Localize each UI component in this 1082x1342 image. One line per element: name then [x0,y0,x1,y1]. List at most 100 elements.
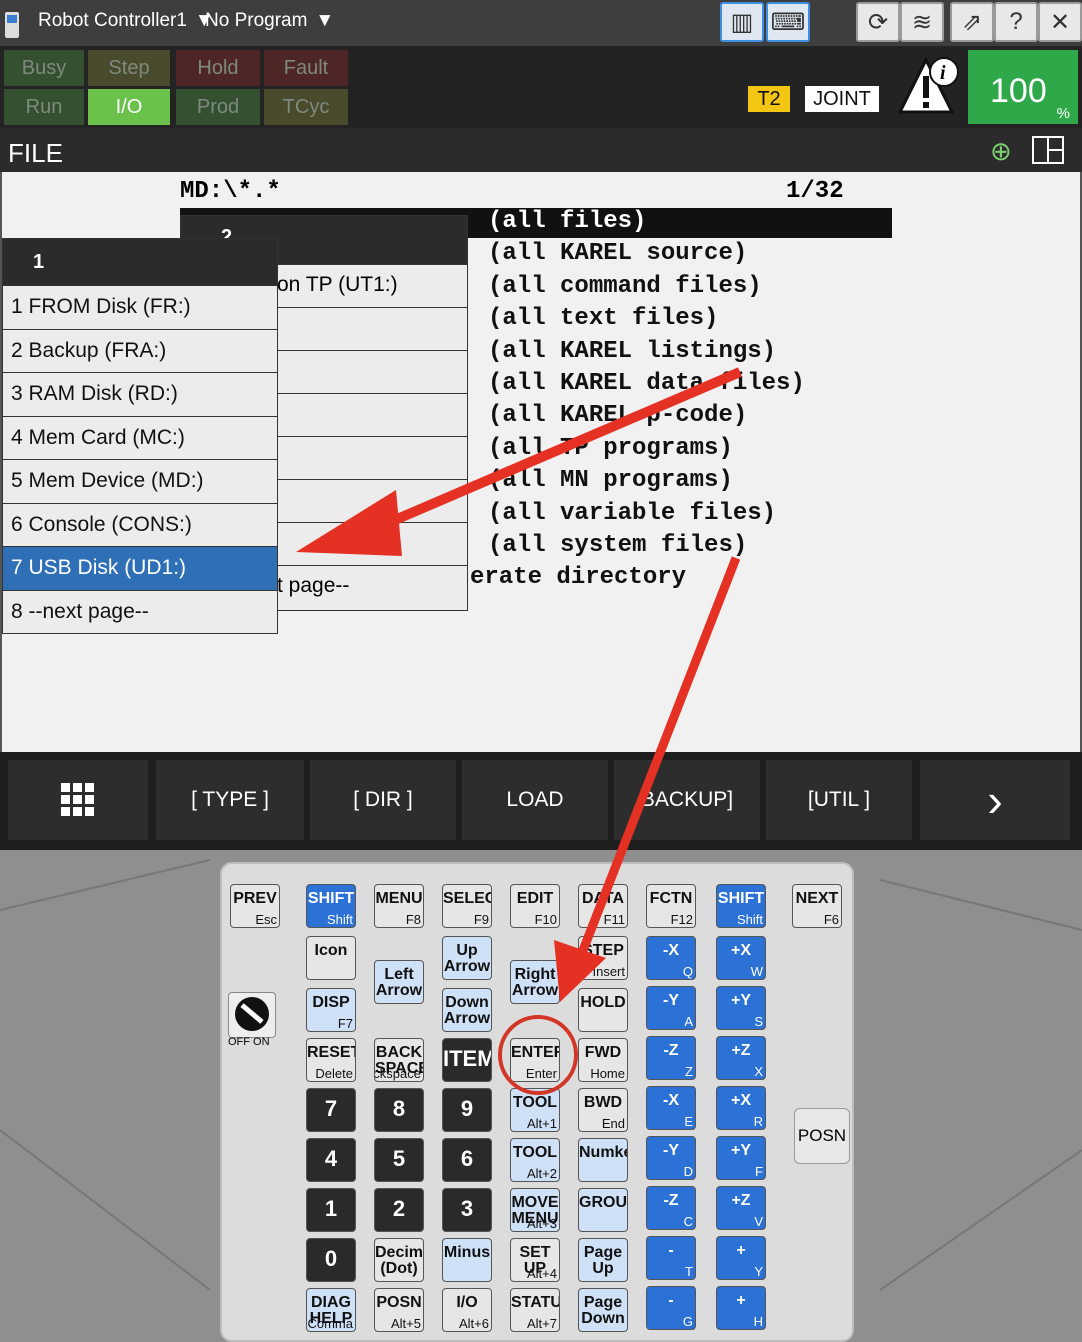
fwd-key[interactable]: FWD Home [578,1038,628,1082]
menu2-item[interactable] [277,307,467,350]
jog-key[interactable]: -Z Z [646,1036,696,1080]
hold-key[interactable]: HOLD [578,988,628,1032]
group-key[interactable]: GROUP [578,1188,628,1232]
bwd-key[interactable]: BWD End [578,1088,628,1132]
digit-2-key[interactable]: 2 [374,1188,424,1232]
fctn-key[interactable]: FCTN F12 [646,884,696,928]
override-display[interactable]: 100 % [968,50,1078,124]
zoom-in-icon[interactable]: ⊕ [990,136,1012,167]
menu1-item[interactable]: 6 Console (CONS:) [3,502,277,547]
step-key[interactable]: STEP Insert [578,936,628,980]
program-dropdown[interactable]: No Program ▼ [205,10,334,32]
backspace-key[interactable]: BACK SPACEBackspace [374,1038,424,1082]
enter-key[interactable]: ENTER Enter [510,1038,560,1082]
jog-key[interactable]: -X Q [646,936,696,980]
next-key[interactable]: NEXT F6 [792,884,842,928]
menu1-item[interactable]: 3 RAM Disk (RD:) [3,372,277,416]
digit-0-key[interactable]: 0 [306,1238,356,1282]
up-arrow-key[interactable]: Up Arrow [442,936,492,980]
file-type-row[interactable]: (all TP programs) [488,435,733,462]
jog-key[interactable]: +Y F [716,1136,766,1180]
file-type-row[interactable]: (all text files) [488,305,718,332]
numkey-key[interactable]: Numkey [578,1138,628,1182]
jog-key[interactable]: -G [646,1286,696,1330]
menu2-item[interactable]: on TP (UT1:) [277,264,467,307]
tool2-key[interactable]: TOOL Alt+2 [510,1138,560,1182]
frame-button[interactable]: ≋ [900,2,944,42]
jog-key[interactable]: +Y S [716,986,766,1030]
jog-key[interactable]: -X E [646,1086,696,1130]
digit-8-key[interactable]: 8 [374,1088,424,1132]
digit-5-key[interactable]: 5 [374,1138,424,1182]
digit-4-key[interactable]: 4 [306,1138,356,1182]
jog-key[interactable]: -Y D [646,1136,696,1180]
f5-util-button[interactable]: [UTIL ] [766,760,912,840]
disp-key[interactable]: DISP F7 [306,988,356,1032]
prev-key[interactable]: PREV Esc [230,884,280,928]
jog-key[interactable]: +X W [716,936,766,980]
file-type-row[interactable]: (all MN programs) [488,467,733,494]
digit-6-key[interactable]: 6 [442,1138,492,1182]
next-page-button[interactable]: › [920,760,1070,840]
file-type-row[interactable]: (all files) [488,208,646,235]
posn-key[interactable]: POSN Alt+5 [374,1288,424,1332]
file-type-row[interactable]: (all KAREL listings) [488,338,776,365]
status-key[interactable]: STATUS Alt+7 [510,1288,560,1332]
menu-key[interactable]: MENU F8 [374,884,424,928]
f4-backup-button[interactable]: BACKUP] [614,760,760,840]
menu-grid-button[interactable] [8,760,148,840]
shift-key[interactable]: SHIFT Shift [716,884,766,928]
external-button[interactable]: ⇗ [950,2,994,42]
minus-key[interactable]: Minus [442,1238,492,1282]
left-arrow-key[interactable]: Left Arrow [374,960,424,1004]
right-arrow-key[interactable]: Right Arrow [510,960,560,1004]
file-type-row[interactable]: (all KAREL data files) [488,370,805,397]
move-menu-key[interactable]: MOVE MENU Alt+3 [510,1188,560,1232]
split-screen-icon[interactable] [1032,136,1064,164]
diag-key[interactable]: DIAG HELP Comma [306,1288,356,1332]
page-down-key[interactable]: Page Down [578,1288,628,1332]
menu2-next-page[interactable]: t page-- [277,565,467,608]
menu2-item[interactable] [277,350,467,393]
menu1-item[interactable]: 1 FROM Disk (FR:) [3,285,277,329]
pendant-view-button[interactable]: ▥ [720,2,764,42]
menu1-item[interactable]: 4 Mem Card (MC:) [3,415,277,460]
digit-9-key[interactable]: 9 [442,1088,492,1132]
jog-key[interactable]: +X R [716,1086,766,1130]
refresh-button[interactable]: ⟳ [856,2,900,42]
edit-key[interactable]: EDIT F10 [510,884,560,928]
controller-dropdown[interactable]: Robot Controller1 ▼ [38,10,214,32]
jog-key[interactable]: +Z X [716,1036,766,1080]
file-type-row[interactable]: (all command files) [488,273,762,300]
page-up-key[interactable]: Page Up [578,1238,628,1282]
jog-key[interactable]: -Y A [646,986,696,1030]
jog-key[interactable]: + Y [716,1236,766,1280]
menu1-item[interactable]: 5 Mem Device (MD:) [3,459,277,503]
menu1-item[interactable]: 8 --next page-- [3,589,277,634]
jog-key[interactable]: -T [646,1236,696,1280]
close-button[interactable]: ✕ [1038,2,1082,42]
icon-key[interactable]: Icon [306,936,356,980]
file-type-row[interactable]: erate directory [470,564,686,591]
reset-key[interactable]: RESET Delete [306,1038,356,1082]
data-key[interactable]: DATA F11 [578,884,628,928]
digit-3-key[interactable]: 3 [442,1188,492,1232]
menu2-item[interactable] [277,479,467,522]
file-type-row[interactable]: (all system files) [488,532,747,559]
select-key[interactable]: SELECT F9 [442,884,492,928]
digit-7-key[interactable]: 7 [306,1088,356,1132]
down-arrow-key[interactable]: Down Arrow [442,988,492,1032]
digit-1-key[interactable]: 1 [306,1188,356,1232]
menu2-item[interactable] [277,522,467,565]
f1-type-button[interactable]: [ TYPE ] [156,760,304,840]
alarm-info-icon[interactable]: i [897,54,962,121]
keyboard-button[interactable]: ⌨ [766,2,810,42]
f3-load-button[interactable]: LOAD [462,760,608,840]
decimal-key[interactable]: Decimal (Dot) [374,1238,424,1282]
menu1-item[interactable]: 7 USB Disk (UD1:) [3,546,277,590]
menu2-item[interactable] [277,393,467,436]
menu1-item[interactable]: 2 Backup (FRA:) [3,328,277,373]
setup-key[interactable]: SET UP Alt+4 [510,1238,560,1282]
item-key[interactable]: ITEM [442,1038,492,1082]
posn-side-key[interactable]: POSN [794,1108,850,1164]
